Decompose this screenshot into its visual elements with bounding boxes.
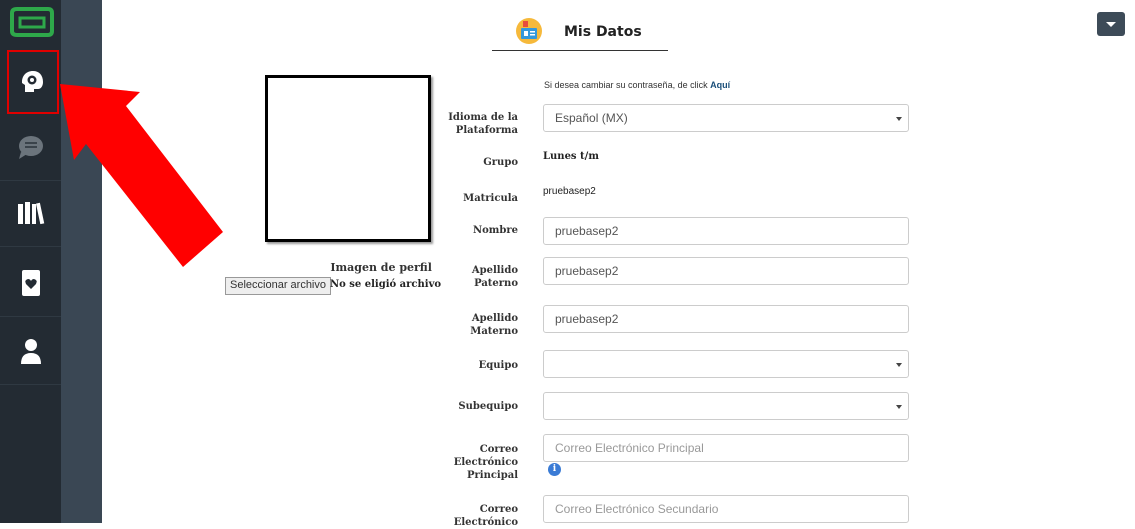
logo [8, 7, 54, 37]
user-icon [20, 339, 41, 364]
chat-bubble-icon [18, 136, 43, 159]
library-books-icon [17, 202, 44, 225]
language-label: Idioma de la Plataforma [448, 112, 518, 136]
sidebar-item-library[interactable] [0, 180, 61, 247]
sidebar-item-profile[interactable] [0, 318, 61, 385]
profile-image-label: Imagen de perfil [330, 261, 432, 274]
subequipo-select[interactable] [543, 392, 909, 420]
password-notice-text: Si desea cambiar su contraseña, de click [544, 80, 711, 90]
matricula-value: pruebasep2 [543, 186, 596, 197]
correo-principal-field[interactable]: Correo Electrónico Principal [543, 434, 909, 462]
sidebar-item-settings[interactable] [7, 50, 59, 114]
sidebar-item-chat[interactable] [0, 114, 61, 181]
apellido-materno-field[interactable]: pruebasep2 [543, 305, 909, 333]
apellido-paterno-label: Apellido Paterno [471, 265, 518, 289]
account-dropdown-button[interactable] [1097, 12, 1125, 36]
correo-secundario-label: Correo Electrónico [453, 504, 518, 528]
apellido-materno-label: Apellido Materno [470, 313, 518, 337]
red-arrow-annotation [60, 84, 223, 267]
group-label: Grupo [483, 157, 518, 168]
group-value: Lunes t/m [543, 151, 599, 162]
equipo-label: Equipo [478, 360, 518, 371]
info-icon[interactable]: i [548, 463, 561, 476]
page-title: Mis Datos [564, 24, 642, 40]
id-card-icon [516, 18, 542, 44]
apellido-paterno-field[interactable]: pruebasep2 [543, 257, 909, 285]
language-select[interactable]: Español (MX) [543, 104, 909, 132]
correo-secundario-field[interactable]: Correo Electrónico Secundario [543, 495, 909, 523]
correo-principal-label: Correo Electrónico Principal [453, 444, 518, 481]
subequipo-label: Subequipo [458, 401, 518, 412]
file-status: No se eligió archivo [330, 279, 442, 290]
matricula-label: Matricula [463, 193, 518, 204]
nombre-label: Nombre [472, 225, 518, 236]
settings-gear-head-icon [22, 71, 43, 92]
password-change-link[interactable]: Aquí [710, 80, 730, 90]
sidebar [0, 0, 61, 523]
sidebar-item-journal[interactable] [0, 250, 61, 317]
equipo-select[interactable] [543, 350, 909, 378]
nombre-field[interactable]: pruebasep2 [543, 217, 909, 245]
page-header: Mis Datos [492, 14, 668, 51]
profile-image-preview [265, 75, 431, 242]
password-notice: Si desea cambiar su contraseña, de click… [544, 80, 730, 90]
notebook-heart-icon [21, 270, 40, 296]
select-file-button[interactable]: Seleccionar archivo [225, 277, 331, 295]
